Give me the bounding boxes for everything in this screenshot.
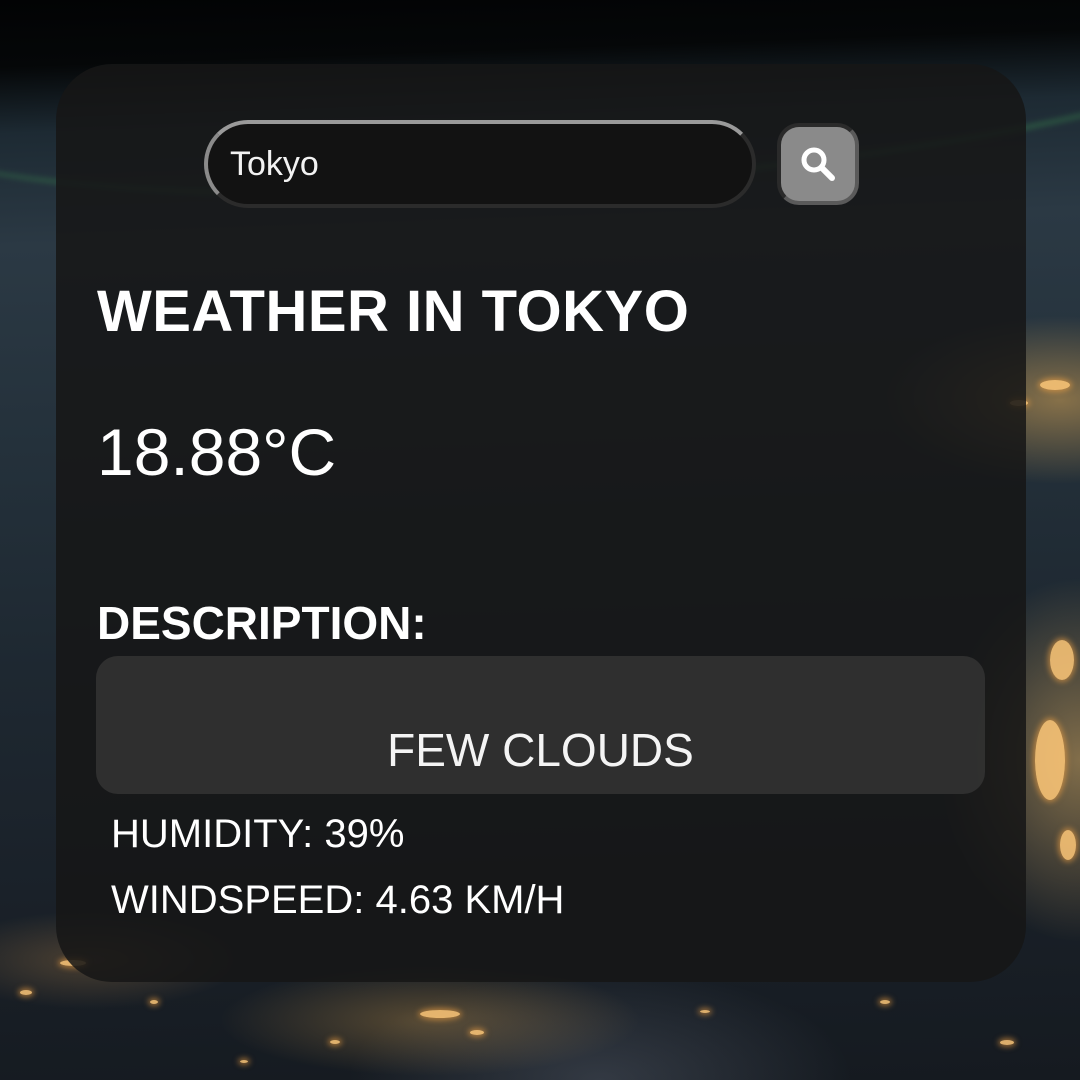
- search-button[interactable]: [777, 123, 859, 205]
- windspeed-value: WINDSPEED: 4.63 KM/H: [111, 878, 565, 922]
- description-box: FEW CLOUDS: [96, 656, 985, 794]
- city-title: WEATHER IN TOKYO: [97, 279, 690, 344]
- city-search-input[interactable]: [204, 120, 756, 208]
- description-label: DESCRIPTION:: [97, 597, 427, 649]
- description-value: FEW CLOUDS: [387, 724, 694, 776]
- temperature-value: 18.88°C: [97, 415, 337, 489]
- search-icon: [798, 144, 838, 184]
- humidity-value: HUMIDITY: 39%: [111, 812, 405, 856]
